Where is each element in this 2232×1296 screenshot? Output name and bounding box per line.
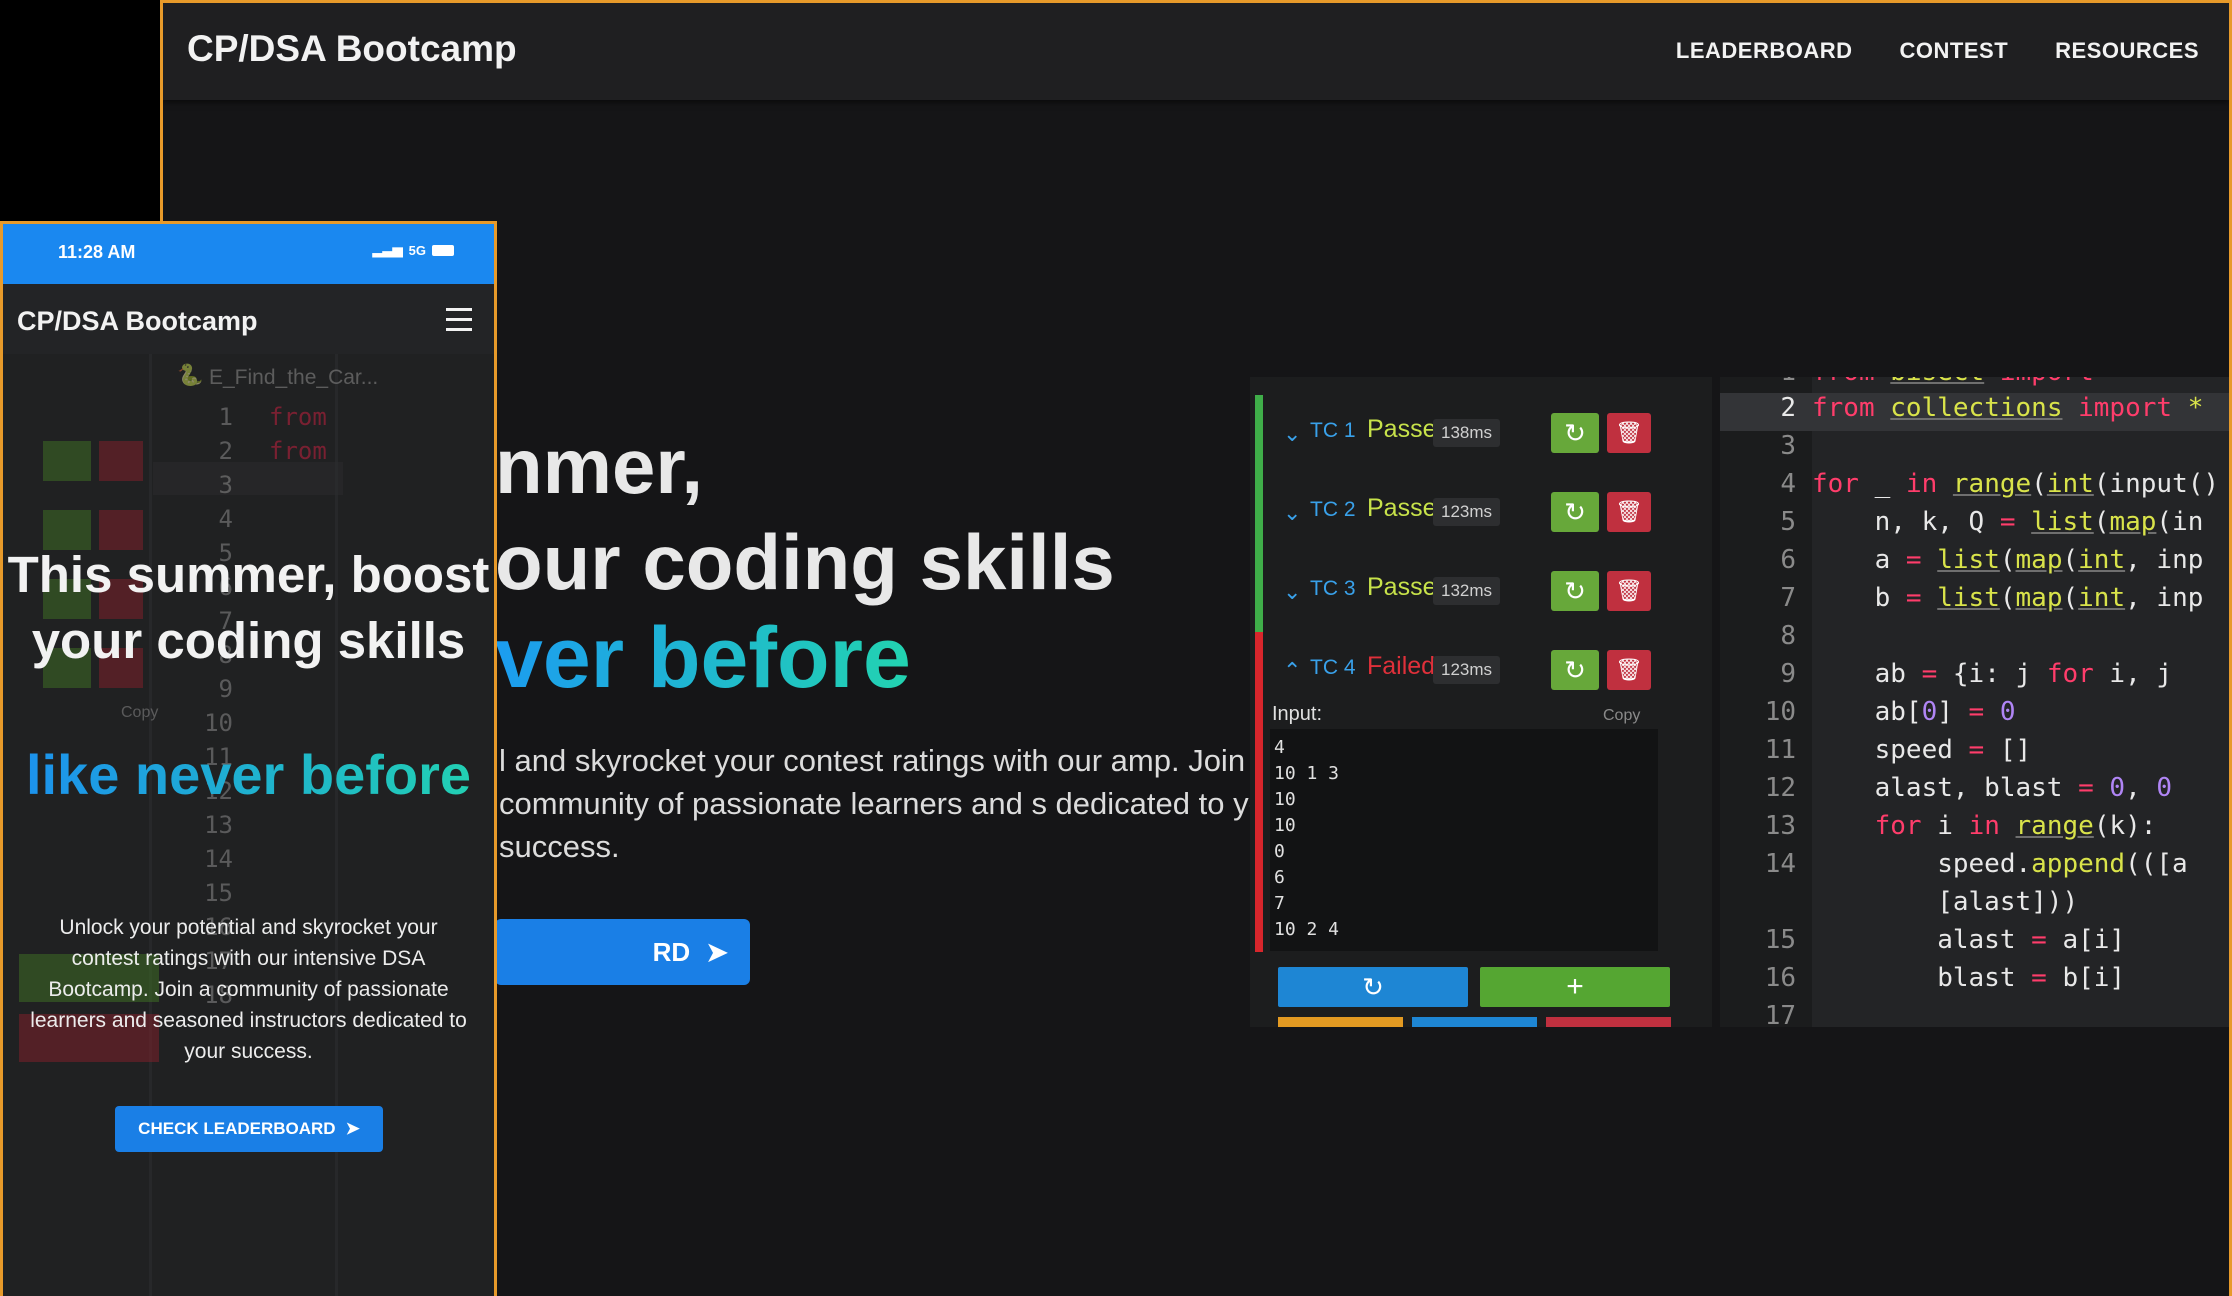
status-bar [1255, 474, 1263, 554]
cta-label: RD [652, 936, 691, 967]
testcase-status: Failed [1367, 652, 1436, 680]
rerun-icon[interactable]: ↻ [1551, 413, 1599, 453]
trash-icon[interactable]: 🗑 [1607, 650, 1651, 690]
python-file-icon: 🐍 [177, 364, 204, 387]
status-bar: 11:28 AM ▂▃▅ 5G [3, 224, 494, 284]
testcase-row[interactable]: ⌄ TC 1 Passed 138ms ↻ 🗑 [1255, 395, 1705, 475]
ghost-copy: Copy [121, 704, 159, 721]
input-line: 6 [1274, 867, 1285, 888]
status-bar [1255, 632, 1263, 952]
arrow-right-icon: ➤ [706, 936, 728, 967]
cta-label: CHECK LEADERBOARD [138, 1119, 336, 1138]
input-line: 10 1 3 [1274, 763, 1340, 784]
testcase-time-badge: 132ms [1433, 577, 1501, 605]
mobile-background: 🐍 E_Find_the_Car... 12345678910111213141… [3, 354, 494, 1296]
background [0, 0, 160, 221]
testcase-panel: ⌄ TC 1 Passed 138ms ↻ 🗑 ⌄ TC 2 Passed 12… [1250, 377, 1712, 1027]
brand-logo[interactable]: CP/DSA Bootcamp [187, 28, 517, 70]
ghost-code: from from [269, 403, 327, 465]
strip-red [1546, 1017, 1671, 1027]
trash-icon[interactable]: 🗑 [1607, 571, 1651, 611]
mobile-navbar: CP/DSA Bootcamp [3, 284, 494, 354]
strip-blue [1412, 1017, 1537, 1027]
rerun-icon [43, 441, 91, 481]
chevron-down-icon[interactable]: ⌄ [1283, 421, 1301, 447]
nav-contest[interactable]: CONTEST [1900, 38, 2009, 64]
input-line: 0 [1274, 841, 1285, 862]
arrow-right-icon: ➤ [345, 1119, 360, 1138]
mobile-preview: 11:28 AM ▂▃▅ 5G CP/DSA Bootcamp 🐍 E_Find… [0, 221, 497, 1296]
nav-resources[interactable]: RESOURCES [2055, 38, 2199, 64]
hero-heading-line2: our coding skills [495, 518, 1115, 606]
rerun-icon[interactable]: ↻ [1551, 571, 1599, 611]
input-line: 10 [1274, 789, 1296, 810]
status-bar [1255, 553, 1263, 633]
check-leaderboard-button[interactable]: CHECK LEADERBOARD ➤ [115, 1106, 383, 1152]
navbar: CP/DSA Bootcamp LEADERBOARD CONTEST RESO… [163, 3, 2229, 100]
code-editor[interactable]: 1from bisect import * 2from collections … [1720, 377, 2229, 1027]
testcase-name: TC 2 [1310, 498, 1356, 521]
chevron-down-icon[interactable]: ⌄ [1283, 579, 1301, 605]
nav-leaderboard[interactable]: LEADERBOARD [1676, 38, 1853, 64]
trash-icon[interactable]: 🗑 [1607, 413, 1651, 453]
rerun-icon[interactable]: ↻ [1551, 650, 1599, 690]
hero-heading: This summer, boost your coding skills [7, 546, 490, 669]
rerun-icon[interactable]: ↻ [1551, 492, 1599, 532]
testcase-row[interactable]: ⌄ TC 3 Passed 132ms ↻ 🗑 [1255, 553, 1705, 633]
add-testcase-button[interactable]: + [1480, 967, 1670, 1007]
copy-button[interactable]: Copy [1603, 707, 1640, 725]
input-label: Input: [1272, 703, 1323, 725]
input-line: 4 [1274, 737, 1285, 758]
hamburger-menu-icon[interactable] [446, 308, 472, 338]
testcase-name: TC 4 [1310, 656, 1356, 679]
hero-heading-highlight: ver before [495, 610, 911, 706]
brand-logo[interactable]: CP/DSA Bootcamp [17, 306, 258, 337]
hero-heading-line1: nmer, [495, 422, 704, 510]
testcase-name: TC 3 [1310, 577, 1356, 600]
testcase-time-badge: 138ms [1433, 419, 1501, 447]
trash-icon[interactable]: 🗑 [1607, 492, 1651, 532]
input-line: 10 2 4 [1274, 919, 1340, 940]
input-line: 10 [1274, 815, 1296, 836]
code-line-current: 2 from collections import * [1720, 393, 2229, 431]
divider [149, 354, 152, 1296]
ghost-filename: E_Find_the_Car... [209, 366, 379, 389]
nav-links: LEADERBOARD CONTEST RESOURCES [1676, 38, 2199, 64]
input-textarea[interactable]: 4 10 1 3 10 10 0 6 7 10 2 4 [1270, 729, 1658, 951]
hero-heading-highlight: like never before [3, 736, 494, 814]
status-time: 11:28 AM [58, 242, 136, 262]
battery-icon [432, 244, 454, 256]
chevron-down-icon[interactable]: ⌄ [1283, 500, 1301, 526]
status-bar [1255, 395, 1263, 475]
testcase-name: TC 1 [1310, 419, 1356, 442]
strip-orange [1278, 1017, 1403, 1027]
chevron-up-icon[interactable]: ⌃ [1283, 658, 1301, 684]
hero-description: Unlock your potential and skyrocket your… [30, 916, 467, 1063]
input-line: 7 [1274, 893, 1285, 914]
check-leaderboard-button[interactable]: RD ➤ [495, 919, 750, 985]
run-all-button[interactable]: ↻ [1278, 967, 1468, 1007]
network-label: 5G [408, 242, 426, 258]
testcase-time-badge: 123ms [1433, 656, 1501, 684]
trash-icon [99, 441, 143, 481]
divider [335, 354, 338, 1296]
signal-icon: ▂▃▅ 5G [373, 242, 454, 258]
testcase-row[interactable]: ⌄ TC 2 Passed 123ms ↻ 🗑 [1255, 474, 1705, 554]
testcase-time-badge: 123ms [1433, 498, 1501, 526]
